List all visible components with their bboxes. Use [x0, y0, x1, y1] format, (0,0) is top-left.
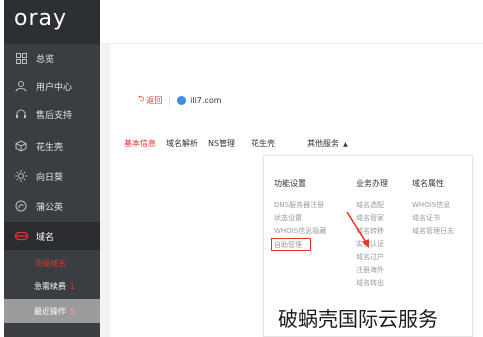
- menu-item-ownership-change[interactable]: 域名过户: [356, 251, 388, 264]
- menu-item-self-management[interactable]: 自助管理: [271, 238, 311, 251]
- back-link[interactable]: 返回: [146, 95, 162, 106]
- sidebar-item-support[interactable]: 售后支持: [4, 100, 100, 128]
- content-gutter: [100, 44, 110, 337]
- sidebar-item-label: 花生壳: [36, 142, 64, 153]
- recent-badge: 5: [70, 306, 76, 316]
- sidebar-subitem-label: 顶级域名: [34, 258, 66, 268]
- sidebar-subitem-recent[interactable]: 最近操作 5: [4, 299, 100, 323]
- menu-item-whois-hide[interactable]: WHOIS信息隐藏: [274, 225, 326, 238]
- sidebar-subitem-label: 急需续费: [34, 281, 66, 291]
- menu-item-whois-info[interactable]: WHOIS信息: [412, 199, 454, 212]
- sidebar-item-domain[interactable]: 域名: [4, 222, 100, 250]
- grid-icon: [14, 51, 28, 65]
- cube-icon: [14, 139, 28, 153]
- column-title: 域名属性: [412, 179, 444, 188]
- menu-item-dns-register[interactable]: DNS服务器注册: [274, 199, 326, 212]
- menu-item-status-settings[interactable]: 状态设置: [274, 212, 326, 225]
- app-frame: oray 总览 用户中心 售后支持 花生壳 向日葵 蒲公英 域名 顶级域名 急需…: [0, 0, 483, 337]
- domain-icon: [14, 229, 28, 243]
- dandelion-icon: [14, 199, 28, 213]
- more-services-label: 其他服务: [307, 139, 340, 148]
- menu-item-domain-log[interactable]: 域名管理日志: [412, 225, 454, 238]
- tab-more-services[interactable]: 其他服务 ▲: [307, 138, 348, 149]
- back-arrow-icon[interactable]: ⮌: [138, 93, 144, 107]
- sidebar-item-sunflower[interactable]: 向日葵: [4, 162, 100, 190]
- tab-peanut-shell[interactable]: 花生壳: [251, 138, 275, 149]
- tab-ns[interactable]: NS管理: [208, 138, 235, 149]
- sidebar-item-label: 蒲公英: [36, 202, 64, 213]
- sidebar-item-user-center[interactable]: 用户中心: [4, 72, 100, 100]
- caret-up-icon: ▲: [343, 141, 348, 148]
- sidebar-item-label: 售后支持: [36, 110, 73, 121]
- menu-item-overseas-register[interactable]: 注册海外: [356, 264, 388, 277]
- domain-name: ili7.com: [190, 95, 222, 105]
- sunflower-icon: [14, 169, 28, 183]
- tab-basic-info[interactable]: 基本信息: [124, 138, 156, 149]
- sidebar-item-label: 用户中心: [36, 82, 73, 93]
- sidebar-item-peanut-shell[interactable]: 花生壳: [4, 132, 100, 160]
- logo-area: oray: [4, 0, 100, 44]
- user-icon: [14, 79, 28, 93]
- sidebar-item-label: 域名: [36, 232, 55, 243]
- red-arrow-annotation: [346, 211, 369, 248]
- main-content: ⮌ 返回 | ili7.com 基本信息 域名解析 NS管理 花生壳 其他服务 ▲…: [100, 0, 483, 337]
- sidebar-item-dandelion[interactable]: 蒲公英: [4, 192, 100, 220]
- watermark: 破蜗壳国际云服务: [276, 303, 440, 332]
- menu-item-domain-certificate[interactable]: 域名证书: [412, 212, 454, 225]
- top-bar: [100, 0, 483, 44]
- logo: oray: [14, 6, 68, 31]
- dropdown-column-features: 功能设置 DNS服务器注册 状态设置 WHOIS信息隐藏 自助管理: [271, 178, 326, 251]
- divider: |: [168, 95, 172, 105]
- sidebar-item-label: 向日葵: [36, 172, 64, 183]
- menu-item-transfer-out[interactable]: 域名转出: [356, 277, 388, 290]
- globe-icon: [177, 95, 187, 105]
- renewal-badge: 1: [70, 281, 76, 291]
- sidebar-subitem-label: 最近操作: [34, 306, 66, 316]
- column-title: 功能设置: [274, 179, 306, 188]
- tab-dns[interactable]: 域名解析: [166, 138, 198, 149]
- dropdown-column-attributes: 域名属性 WHOIS信息 域名证书 域名管理日志: [412, 178, 454, 238]
- column-title: 业务办理: [356, 179, 388, 188]
- sidebar: oray 总览 用户中心 售后支持 花生壳 向日葵 蒲公英 域名 顶级域名 急需…: [4, 0, 100, 337]
- sidebar-item-label: 总览: [36, 54, 55, 65]
- sidebar-subitem-renewal[interactable]: 急需续费 1: [4, 275, 100, 297]
- breadcrumb: ⮌ 返回 | ili7.com: [138, 93, 222, 107]
- sidebar-subitem-top-domain[interactable]: 顶级域名: [4, 252, 100, 274]
- sidebar-item-overview[interactable]: 总览: [4, 44, 100, 72]
- tab-bar: 基本信息 域名解析 NS管理 花生壳 其他服务 ▲: [124, 138, 348, 149]
- headset-icon: [14, 107, 28, 121]
